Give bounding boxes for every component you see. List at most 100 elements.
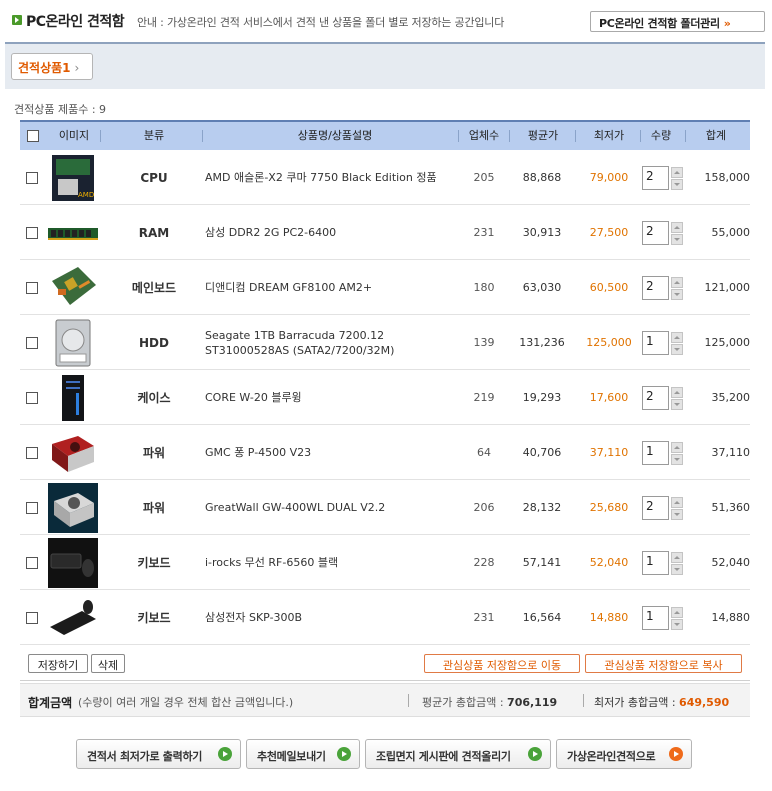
psu-image[interactable] <box>48 428 98 478</box>
post-to-board-button[interactable]: 조립면지 게시판에 견적올리기 <box>365 739 551 769</box>
go-virtual-estimate-button[interactable]: 가상온라인견적으로 <box>556 739 692 769</box>
select-all-checkbox[interactable] <box>27 130 39 142</box>
quantity-down-icon[interactable] <box>671 453 683 465</box>
quantity-stepper[interactable]: 1 <box>642 605 684 630</box>
row-category: 파워 <box>142 501 166 515</box>
table-header: 이미지 분류 상품명/상품설명 업체수 평균가 최저가 수량 합계 <box>20 120 750 150</box>
psu-image-2[interactable] <box>48 482 98 533</box>
row-product-name[interactable]: GMC 퐁 P-4500 V23 <box>205 425 465 480</box>
quantity-up-icon[interactable] <box>671 606 683 618</box>
quantity-input[interactable]: 2 <box>642 275 669 300</box>
row-low-price: 125,000 <box>586 336 632 349</box>
quantity-up-icon[interactable] <box>671 276 683 288</box>
row-avg-price: 28,132 <box>522 501 562 514</box>
svg-text:AMD: AMD <box>78 191 94 199</box>
row-product-name[interactable]: CORE W-20 블루윙 <box>205 370 465 425</box>
send-recommend-mail-button[interactable]: 추천메일보내기 <box>246 739 360 769</box>
row-product-name[interactable]: i-rocks 무선 RF-6560 블랙 <box>205 535 465 590</box>
keyboard-mouse-image[interactable] <box>48 537 98 588</box>
quantity-input[interactable]: 1 <box>642 550 669 575</box>
tab-estimate-1[interactable]: 견적상품1 › <box>11 53 93 80</box>
quantity-up-icon[interactable] <box>671 331 683 343</box>
send-mail-label: 추천메일보내기 <box>257 750 326 763</box>
quantity-input[interactable]: 2 <box>642 385 669 410</box>
quantity-stepper[interactable]: 1 <box>642 550 684 575</box>
row-checkbox[interactable] <box>26 501 38 514</box>
quantity-input[interactable]: 1 <box>642 330 669 355</box>
quantity-down-icon[interactable] <box>671 288 683 300</box>
row-vendor-count: 180 <box>473 281 495 294</box>
table-row: 케이스 CORE W-20 블루윙 219 19,293 17,600 2 35,200 <box>20 370 750 425</box>
ram-stick-image[interactable] <box>48 208 98 258</box>
row-checkbox[interactable] <box>26 446 38 459</box>
quantity-input[interactable]: 2 <box>642 495 669 520</box>
row-vendor-count: 231 <box>473 611 495 624</box>
go-arrow-icon <box>669 747 683 761</box>
quantity-stepper[interactable]: 1 <box>642 330 684 355</box>
quantity-up-icon[interactable] <box>671 221 683 233</box>
quantity-stepper[interactable]: 2 <box>642 275 684 300</box>
row-checkbox[interactable] <box>26 556 38 569</box>
low-total-label: 최저가 총합금액 : <box>594 696 680 709</box>
quantity-down-icon[interactable] <box>671 398 683 410</box>
copy-to-wishlist-button[interactable]: 관심상품 저장함으로 복사 <box>585 654 742 673</box>
quantity-stepper[interactable]: 2 <box>642 165 684 190</box>
row-checkbox[interactable] <box>26 336 38 349</box>
col-vendors: 업체수 <box>468 129 500 142</box>
quantity-input[interactable]: 1 <box>642 440 669 465</box>
quantity-down-icon[interactable] <box>671 343 683 355</box>
delete-button[interactable]: 삭제 <box>91 654 125 673</box>
quantity-input[interactable]: 2 <box>642 220 669 245</box>
avg-total-value: 706,119 <box>507 696 558 709</box>
quantity-down-icon[interactable] <box>671 233 683 245</box>
row-avg-price: 88,868 <box>522 171 562 184</box>
keyboard-image[interactable] <box>48 593 98 643</box>
row-low-price: 37,110 <box>589 446 629 459</box>
page-title: PC온라인 견적함 <box>26 14 125 30</box>
quantity-up-icon[interactable] <box>671 386 683 398</box>
quantity-stepper[interactable]: 2 <box>642 385 684 410</box>
save-button[interactable]: 저장하기 <box>28 654 88 673</box>
row-checkbox[interactable] <box>26 281 38 294</box>
quantity-stepper[interactable]: 1 <box>642 440 684 465</box>
row-checkbox[interactable] <box>26 171 38 184</box>
row-category: 케이스 <box>137 391 171 405</box>
move-to-wishlist-button[interactable]: 관심상품 저장함으로 이동 <box>424 654 580 673</box>
quantity-up-icon[interactable] <box>671 441 683 453</box>
print-lowest-button[interactable]: 견적서 최저가로 출력하기 <box>76 739 241 769</box>
quantity-up-icon[interactable] <box>671 551 683 563</box>
col-qty: 수량 <box>650 129 672 142</box>
pc-case-image[interactable] <box>48 373 98 423</box>
row-checkbox[interactable] <box>26 611 38 624</box>
quantity-down-icon[interactable] <box>671 563 683 575</box>
cpu-box-image[interactable]: AMD <box>48 153 98 203</box>
quantity-stepper[interactable]: 2 <box>642 220 684 245</box>
row-product-name[interactable]: 삼성전자 SKP-300B <box>205 590 465 645</box>
table-row: HDD Seagate 1TB Barracuda 7200.12 ST31000… <box>20 315 750 370</box>
col-avg-price: 평균가 <box>527 129 559 142</box>
row-checkbox[interactable] <box>26 391 38 404</box>
quantity-input[interactable]: 1 <box>642 605 669 630</box>
quantity-down-icon[interactable] <box>671 508 683 520</box>
row-checkbox[interactable] <box>26 226 38 239</box>
quantity-down-icon[interactable] <box>671 618 683 630</box>
row-product-name[interactable]: Seagate 1TB Barracuda 7200.12 ST31000528… <box>205 315 465 370</box>
quantity-stepper[interactable]: 2 <box>642 495 684 520</box>
hdd-image[interactable] <box>48 318 98 368</box>
quantity-up-icon[interactable] <box>671 496 683 508</box>
notice-text: 안내 : 가상온라인 견적 서비스에서 견적 낸 상품을 폴더 별로 저장하는 … <box>137 16 505 29</box>
avg-total: 평균가 총합금액 : 706,119 <box>422 694 557 710</box>
go-arrow-icon <box>528 747 542 761</box>
action-bar: 저장하기 삭제 관심상품 저장함으로 이동 관심상품 저장함으로 복사 <box>20 645 750 681</box>
row-product-name[interactable]: 디앤디컴 DREAM GF8100 AM2+ <box>205 260 465 315</box>
row-product-name[interactable]: GreatWall GW-400WL DUAL V2.2 <box>205 480 465 535</box>
mainboard-image[interactable] <box>48 263 98 313</box>
quantity-input[interactable]: 2 <box>642 165 669 190</box>
row-product-name[interactable]: AMD 애슬론-X2 쿠마 7750 Black Edition 정품 <box>205 150 465 205</box>
row-product-name[interactable]: 삼성 DDR2 2G PC2-6400 <box>205 205 465 260</box>
virtual-estimate-label: 가상온라인견적으로 <box>567 750 656 763</box>
quantity-down-icon[interactable] <box>671 178 683 190</box>
folder-manage-button[interactable]: PC온라인 견적함 폴더관리» <box>590 11 765 32</box>
row-vendor-count: 206 <box>473 501 495 514</box>
quantity-up-icon[interactable] <box>671 166 683 178</box>
